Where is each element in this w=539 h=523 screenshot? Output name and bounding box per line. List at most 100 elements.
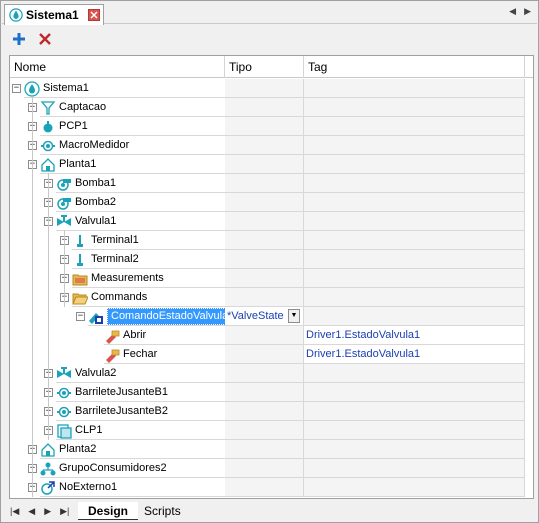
tag-cell[interactable] [304,231,525,250]
tree-row[interactable]: +CLP1 [10,421,525,440]
tag-cell[interactable] [304,383,525,402]
name-cell[interactable]: +Captacao [10,98,225,117]
tag-cell[interactable]: Driver1.EstadoValvula1 [304,326,525,345]
tree-row[interactable]: − Sistema1 [10,79,525,98]
name-cell[interactable]: +Bomba2 [10,193,225,212]
name-cell[interactable]: Abrir [10,326,225,345]
tag-cell[interactable] [304,440,525,459]
tag-cell[interactable] [304,117,525,136]
tree-row[interactable]: − ComandoEstadoValvula *ValveState ▼ [10,307,525,326]
tipo-cell[interactable] [225,269,304,288]
column-header-tag[interactable]: Tag [304,56,525,78]
tree-row[interactable]: −Planta1 [10,155,525,174]
tipo-cell[interactable] [225,383,304,402]
tipo-cell[interactable] [225,231,304,250]
tag-cell[interactable] [304,288,525,307]
node-label[interactable]: GrupoConsumidores2 [59,461,167,476]
tree-row[interactable]: Abrir Driver1.EstadoValvula1 [10,326,525,345]
node-label[interactable]: CLP1 [75,423,103,438]
node-label[interactable]: Measurements [91,271,164,286]
name-cell[interactable]: +Bomba1 [10,174,225,193]
name-cell[interactable]: +NoExterno1 [10,478,225,497]
node-label[interactable]: Planta1 [59,157,96,172]
tree-row[interactable]: +Valvula2 [10,364,525,383]
node-label[interactable]: MacroMedidor [59,138,129,153]
node-label[interactable]: Terminal1 [91,233,139,248]
name-cell[interactable]: +GrupoConsumidores2 [10,459,225,478]
tree-row[interactable]: +NoExterno1 [10,478,525,497]
name-cell[interactable]: − Sistema1 [10,79,225,98]
node-label[interactable]: Valvula1 [75,214,116,229]
dropdown-arrow-icon[interactable]: ▼ [288,309,300,323]
name-cell[interactable]: +MacroMedidor [10,136,225,155]
column-header-nome[interactable]: Nome [10,56,225,78]
node-label[interactable]: Fechar [123,347,157,362]
node-label[interactable]: Sistema1 [43,81,89,96]
tipo-cell[interactable] [225,136,304,155]
tipo-cell[interactable] [225,193,304,212]
tree-row[interactable]: +BarrileteJusanteB1 [10,383,525,402]
tag-cell[interactable] [304,79,525,98]
tree-row[interactable]: +Bomba2 [10,193,525,212]
add-button[interactable] [10,30,28,48]
tag-cell[interactable] [304,193,525,212]
tipo-cell[interactable] [225,117,304,136]
tipo-cell[interactable] [225,250,304,269]
tree-row[interactable]: +BarrileteJusanteB2 [10,402,525,421]
node-label[interactable]: Bomba1 [75,176,116,191]
name-cell[interactable]: +PCP1 [10,117,225,136]
tag-cell[interactable] [304,98,525,117]
collapse-icon[interactable]: − [12,84,21,93]
name-cell[interactable]: +CLP1 [10,421,225,440]
tag-cell[interactable] [304,250,525,269]
column-header-tipo[interactable]: Tipo [225,56,304,78]
tag-cell[interactable] [304,136,525,155]
tipo-cell[interactable] [225,288,304,307]
name-cell[interactable]: +Measurements [10,269,225,288]
collapse-icon[interactable]: − [76,312,85,321]
name-cell[interactable]: +Valvula2 [10,364,225,383]
tag-cell[interactable] [304,364,525,383]
delete-button[interactable] [36,30,54,48]
tab-scripts[interactable]: Scripts [134,502,191,520]
tree-row[interactable]: +GrupoConsumidores2 [10,459,525,478]
node-label[interactable]: Bomba2 [75,195,116,210]
scroll-tabs-left-icon[interactable]: ◀ [509,6,516,17]
tag-cell[interactable] [304,174,525,193]
node-label[interactable]: BarrileteJusanteB2 [75,404,168,419]
node-label[interactable]: Valvula2 [75,366,116,381]
name-cell[interactable]: +BarrileteJusanteB1 [10,383,225,402]
name-cell[interactable]: +Terminal1 [10,231,225,250]
tipo-cell[interactable] [225,478,304,497]
node-label[interactable]: Abrir [123,328,146,343]
tree-row[interactable]: −Commands [10,288,525,307]
name-cell[interactable]: Fechar [10,345,225,364]
name-cell[interactable]: +Terminal2 [10,250,225,269]
tag-cell[interactable] [304,478,525,497]
node-label[interactable]: PCP1 [59,119,88,134]
node-label[interactable]: Commands [91,290,147,305]
name-cell[interactable]: − ComandoEstadoValvula [10,307,233,326]
tab-sistema1[interactable]: Sistema1 [4,4,104,25]
tab-design[interactable]: Design [78,502,139,520]
tag-cell[interactable] [304,307,525,326]
tree-row[interactable]: +Planta2 [10,440,525,459]
tipo-cell[interactable] [225,402,304,421]
tag-cell[interactable]: Driver1.EstadoValvula1 [304,345,525,364]
tag-cell[interactable] [304,402,525,421]
tree-row[interactable]: +Captacao [10,98,525,117]
name-cell[interactable]: −Valvula1 [10,212,225,231]
tipo-cell[interactable] [225,364,304,383]
name-cell[interactable]: +Planta2 [10,440,225,459]
scroll-tabs-right-icon[interactable]: ▶ [524,6,531,17]
tipo-cell[interactable] [225,326,304,345]
node-label[interactable]: Terminal2 [91,252,139,267]
tipo-cell[interactable] [225,79,304,98]
tree-row[interactable]: Fechar Driver1.EstadoValvula1 [10,345,525,364]
tag-cell[interactable] [304,421,525,440]
tree-row[interactable]: +Terminal1 [10,231,525,250]
name-cell[interactable]: −Commands [10,288,225,307]
tipo-cell[interactable] [225,98,304,117]
node-label[interactable]: Planta2 [59,442,96,457]
close-tab-icon[interactable] [88,9,100,21]
